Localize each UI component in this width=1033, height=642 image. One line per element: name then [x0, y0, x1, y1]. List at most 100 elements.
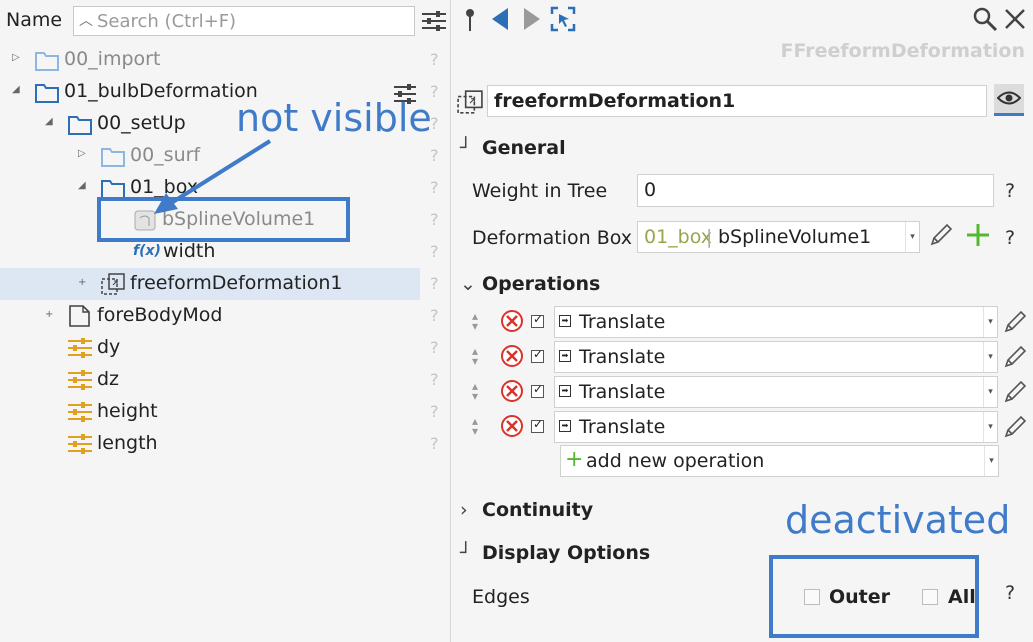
back-arrow-icon[interactable]	[488, 6, 514, 32]
sliders-icon[interactable]	[421, 10, 447, 32]
enabled-checkbox[interactable]: ✓	[531, 347, 544, 363]
pencil-icon[interactable]	[928, 222, 954, 248]
help-icon[interactable]: ?	[1005, 227, 1015, 249]
chevron-down-icon[interactable]: ▾	[983, 412, 997, 442]
search-icon[interactable]	[972, 6, 998, 32]
pencil-icon[interactable]	[1002, 414, 1028, 440]
tree-item-label: foreBodyMod	[97, 304, 223, 326]
tree-item-dy[interactable]: dy ?	[0, 332, 451, 364]
delete-icon[interactable]	[500, 309, 524, 333]
add-icon[interactable]	[965, 222, 991, 248]
operation-select[interactable]: ➡ Translate ▾	[554, 411, 998, 443]
expand-plus-icon[interactable]: +	[45, 309, 53, 320]
pin-icon[interactable]	[462, 6, 488, 32]
operation-row[interactable]: ▴ ▾ ✓ ➡ Translate ▾	[472, 375, 1032, 409]
delete-icon[interactable]	[500, 379, 524, 403]
object-name-field[interactable]: freeformDeformation1	[487, 85, 987, 117]
help-icon[interactable]: ?	[430, 338, 439, 357]
select-target-icon[interactable]	[550, 6, 576, 32]
add-icon: +	[565, 447, 584, 472]
help-icon[interactable]: ?	[430, 210, 439, 229]
checkmark-icon: ✓	[533, 417, 544, 431]
help-icon[interactable]: ?	[430, 178, 439, 197]
help-icon[interactable]: ?	[430, 242, 439, 261]
checkmark-icon: ✓	[533, 347, 544, 361]
collapse-arrow-icon[interactable]: ◢	[45, 116, 53, 127]
operation-select[interactable]: ➡ Translate ▾	[554, 341, 998, 373]
operation-row[interactable]: ▴ ▾ ✓ ➡ Translate ▾	[472, 410, 1032, 444]
operation-row[interactable]: ▴ ▾ ✓ ➡ Translate ▾	[472, 305, 1032, 339]
section-collapse-icon[interactable]: ┘	[460, 542, 482, 564]
annotation-arrow	[154, 139, 272, 214]
drag-handle-icon[interactable]: ▴ ▾	[472, 415, 478, 437]
enabled-checkbox[interactable]: ✓	[531, 417, 544, 433]
expand-arrow-icon[interactable]: ▷	[12, 52, 20, 63]
pencil-icon[interactable]	[1002, 309, 1028, 335]
section-continuity[interactable]: › Continuity	[460, 499, 593, 521]
expand-plus-icon[interactable]: +	[78, 277, 86, 288]
enabled-checkbox[interactable]: ✓	[531, 382, 544, 398]
chevron-up-icon[interactable]: ︿	[79, 10, 93, 30]
chevron-down-icon[interactable]: ▾	[983, 307, 997, 337]
weight-input[interactable]: 0	[637, 174, 994, 207]
search-input[interactable]: ︿ Search (Ctrl+F)	[73, 6, 415, 36]
section-collapse-icon[interactable]: ┘	[460, 137, 482, 159]
chevron-right-icon[interactable]: ›	[460, 499, 482, 521]
expand-arrow-icon[interactable]: ▷	[78, 148, 86, 159]
drag-handle-icon[interactable]: ▴ ▾	[472, 310, 478, 332]
pencil-icon[interactable]	[1002, 344, 1028, 370]
drag-handle-icon[interactable]: ▴ ▾	[472, 345, 478, 367]
section-title: Operations	[482, 273, 601, 295]
help-icon[interactable]: ?	[430, 146, 439, 165]
object-tree-panel: Name ︿ Search (Ctrl+F) ▷ 00_import ? ◢ 0…	[0, 0, 451, 642]
tree-item-forebodymod[interactable]: + foreBodyMod ?	[0, 300, 451, 332]
close-icon[interactable]	[1002, 6, 1028, 32]
operation-select[interactable]: ➡ Translate ▾	[554, 376, 998, 408]
delete-icon[interactable]	[500, 344, 524, 368]
help-icon[interactable]: ?	[430, 274, 439, 293]
operation-label: Translate	[579, 416, 666, 438]
section-display-options[interactable]: ┘ Display Options	[460, 542, 650, 564]
help-icon[interactable]: ?	[430, 50, 439, 69]
enabled-checkbox[interactable]: ✓	[531, 312, 544, 328]
folder-icon	[101, 180, 125, 199]
operation-select[interactable]: ➡ Translate ▾	[554, 306, 998, 338]
tree-item-freeformdeformation1[interactable]: + freeformDeformation1	[0, 268, 420, 300]
help-icon[interactable]: ?	[430, 306, 439, 325]
chevron-down-icon[interactable]: ▾	[984, 446, 998, 476]
tree-item-height[interactable]: height ?	[0, 396, 451, 428]
name-column-header[interactable]: Name	[6, 9, 62, 31]
pencil-icon[interactable]	[1002, 379, 1028, 405]
section-general[interactable]: ┘ General	[460, 137, 566, 159]
collapse-arrow-icon[interactable]: ◢	[78, 180, 86, 191]
eye-icon	[997, 91, 1021, 105]
annotation-not-visible: not visible	[236, 96, 432, 140]
tree-item-label: freeformDeformation1	[130, 272, 343, 294]
drag-handle-icon[interactable]: ▴ ▾	[472, 380, 478, 402]
add-operation-select[interactable]: + add new operation ▾	[560, 445, 999, 477]
section-operations[interactable]: ⌄ Operations	[460, 273, 600, 295]
collapse-arrow-icon[interactable]: ◢	[12, 84, 20, 95]
forward-arrow-icon[interactable]	[518, 6, 544, 32]
chevron-down-icon[interactable]: ▾	[905, 222, 919, 252]
parameter-icon	[68, 434, 92, 454]
section-title: Display Options	[482, 542, 651, 564]
search-placeholder: Search (Ctrl+F)	[97, 11, 237, 32]
section-title: General	[482, 137, 566, 159]
help-icon[interactable]: ?	[1005, 582, 1015, 604]
operation-row[interactable]: ▴ ▾ ✓ ➡ Translate ▾	[472, 340, 1032, 374]
tree-item-label: height	[97, 400, 158, 422]
chevron-down-icon[interactable]: ▾	[983, 377, 997, 407]
help-icon[interactable]: ?	[430, 434, 439, 453]
deformation-box-select[interactable]: 01_box | bSplineVolume1 ▾	[637, 221, 920, 253]
chevron-down-icon[interactable]: ▾	[983, 342, 997, 372]
tree-item-00-import[interactable]: ▷ 00_import ?	[0, 44, 451, 76]
visibility-toggle[interactable]	[994, 84, 1024, 116]
tree-item-dz[interactable]: dz ?	[0, 364, 451, 396]
delete-icon[interactable]	[500, 414, 524, 438]
chevron-down-icon[interactable]: ⌄	[460, 273, 482, 295]
tree-item-length[interactable]: length ?	[0, 428, 451, 460]
help-icon[interactable]: ?	[430, 370, 439, 389]
help-icon[interactable]: ?	[430, 402, 439, 421]
help-icon[interactable]: ?	[1005, 180, 1015, 202]
